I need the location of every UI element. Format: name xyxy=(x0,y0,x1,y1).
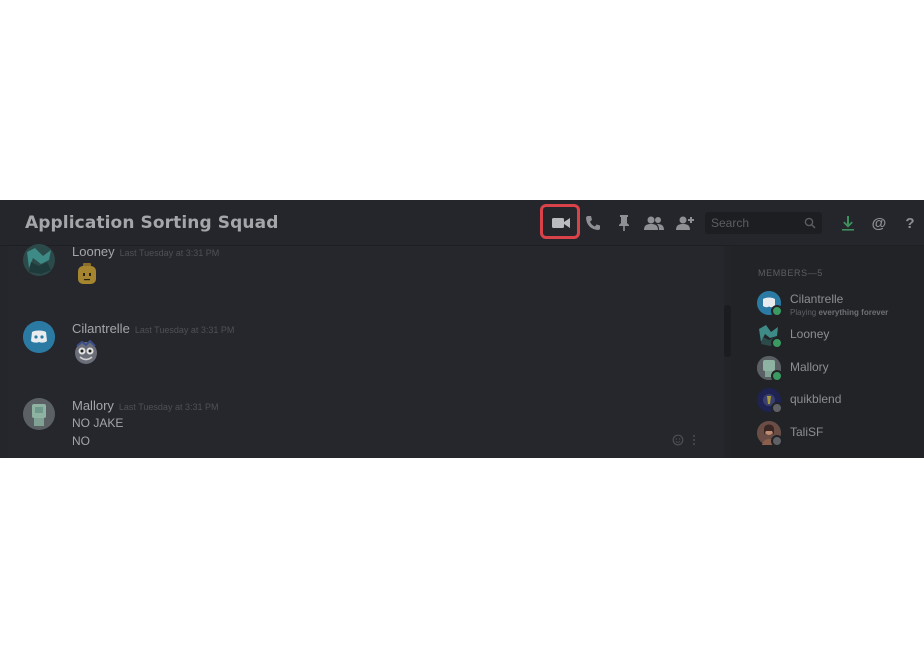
online-status-icon xyxy=(771,305,783,317)
add-friend-icon[interactable] xyxy=(674,212,696,234)
help-icon[interactable]: ? xyxy=(899,212,921,234)
member-item-mallory[interactable]: Mallory xyxy=(757,356,922,384)
avatar[interactable] xyxy=(23,321,55,353)
message-item: Looney Last Tuesday at 3:31 PM xyxy=(8,244,708,304)
discord-window: Application Sorting Squad Search @ ? Loo… xyxy=(0,200,924,458)
message-list: Looney Last Tuesday at 3:31 PM Cilantrell… xyxy=(8,244,724,458)
avatar xyxy=(757,356,783,382)
message-author[interactable]: Mallory Last Tuesday at 3:31 PM xyxy=(72,398,218,413)
add-reaction-icon[interactable] xyxy=(672,433,686,447)
avatar xyxy=(757,323,783,349)
online-status-icon xyxy=(771,370,783,382)
search-icon xyxy=(804,217,816,229)
channel-header: Application Sorting Squad Search @ ? xyxy=(0,200,924,246)
lego-emoji xyxy=(75,262,99,286)
pin-icon[interactable] xyxy=(613,212,635,234)
message-timestamp: Last Tuesday at 3:31 PM xyxy=(119,248,220,258)
members-icon[interactable] xyxy=(643,212,665,234)
message-timestamp: Last Tuesday at 3:31 PM xyxy=(118,402,219,412)
message-author[interactable]: Looney Last Tuesday at 3:31 PM xyxy=(72,244,219,259)
avatar[interactable] xyxy=(23,398,55,430)
offline-status-icon xyxy=(771,435,783,447)
message-item: Cilantrelle Last Tuesday at 3:31 PM xyxy=(8,321,708,381)
online-status-icon xyxy=(771,337,783,349)
avatar xyxy=(757,421,783,447)
message-item: Mallory Last Tuesday at 3:31 PM NO JAKE N… xyxy=(8,398,708,458)
member-name: quikblend xyxy=(790,392,842,406)
scrollbar-thumb[interactable] xyxy=(724,305,731,357)
member-item-talisf[interactable]: TaliSF xyxy=(757,421,922,449)
video-call-icon[interactable] xyxy=(550,212,572,234)
search-input[interactable]: Search xyxy=(705,212,822,234)
avatar xyxy=(757,388,783,414)
member-list: MEMBERS—5 Cilantrelle Playing everything… xyxy=(731,246,924,458)
message-text: NO JAKE xyxy=(72,416,124,430)
avatar[interactable] xyxy=(23,244,55,276)
member-item-cilantrelle[interactable]: Cilantrelle Playing everything forever xyxy=(757,291,922,319)
cartoon-emoji xyxy=(73,339,99,366)
member-item-quikblend[interactable]: quikblend xyxy=(757,388,922,416)
channel-title: Application Sorting Squad xyxy=(25,213,279,233)
offline-status-icon xyxy=(771,402,783,414)
search-placeholder: Search xyxy=(711,216,750,230)
voice-call-icon[interactable] xyxy=(582,212,604,234)
member-activity: Playing everything forever xyxy=(790,308,889,317)
member-name: Looney xyxy=(790,327,830,341)
member-name: Cilantrelle xyxy=(790,292,844,306)
member-name: TaliSF xyxy=(790,425,824,439)
members-header: MEMBERS—5 xyxy=(758,268,823,278)
member-item-looney[interactable]: Looney xyxy=(757,323,922,351)
message-timestamp: Last Tuesday at 3:31 PM xyxy=(134,325,235,335)
message-text: NO xyxy=(72,434,90,448)
download-icon[interactable] xyxy=(837,212,859,234)
message-author[interactable]: Cilantrelle Last Tuesday at 3:31 PM xyxy=(72,321,234,336)
more-options-icon[interactable] xyxy=(692,433,698,447)
member-name: Mallory xyxy=(790,360,829,374)
avatar xyxy=(757,291,783,317)
mention-icon[interactable]: @ xyxy=(868,212,890,234)
